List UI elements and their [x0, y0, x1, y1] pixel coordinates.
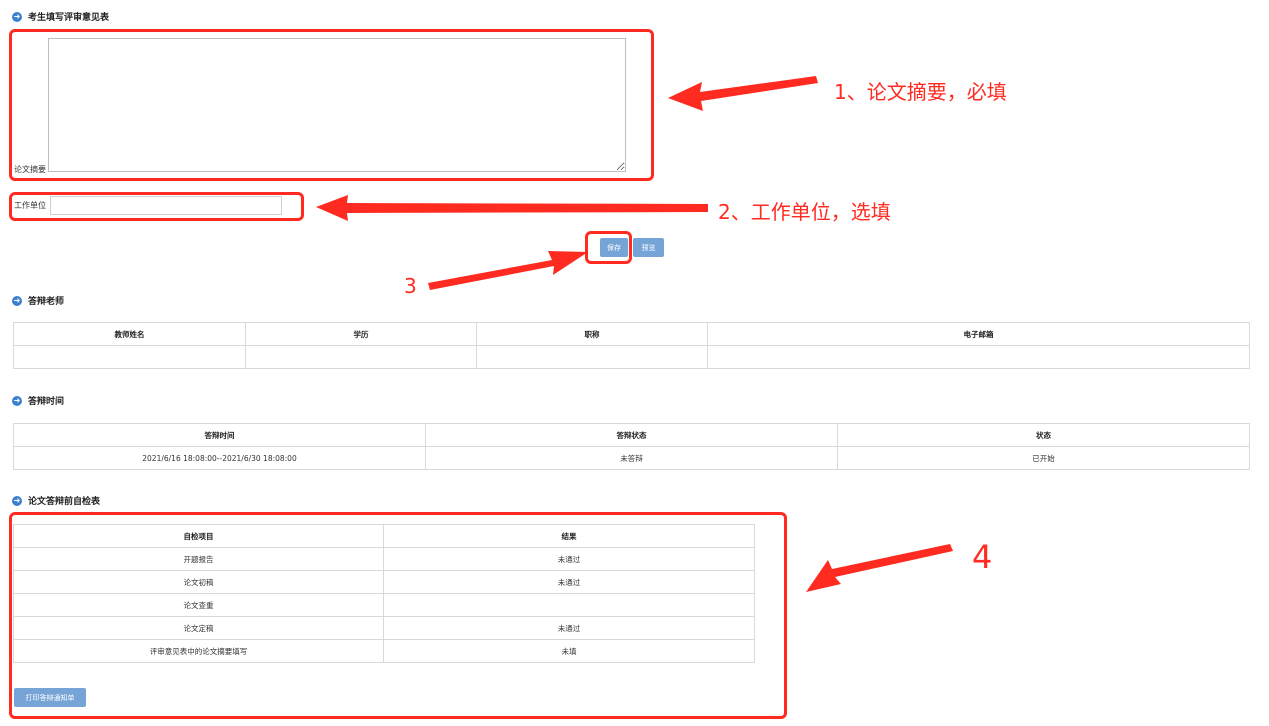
- annotation-arrow-2: [316, 195, 708, 221]
- annotation-note-4: 4: [972, 538, 993, 576]
- annotation-arrow-4: [806, 544, 953, 592]
- annotation-note-1: 1、论文摘要，必填: [834, 80, 1007, 104]
- annotation-arrows: [316, 76, 953, 592]
- annotation-note-2: 2、工作单位，选填: [718, 200, 891, 224]
- annotation-arrow-1: [668, 76, 818, 111]
- annotation-note-3: 3: [404, 274, 417, 298]
- annotation-arrow-3: [428, 251, 588, 290]
